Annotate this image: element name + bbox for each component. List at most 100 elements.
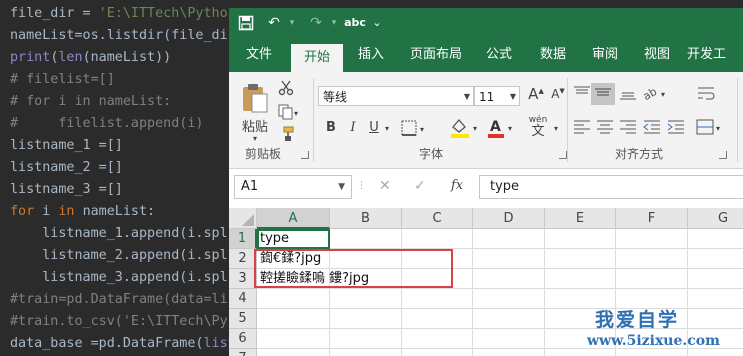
svg-text:▾: ▾ bbox=[508, 124, 512, 133]
font-name-select[interactable]: 等线 ▼ bbox=[318, 86, 474, 106]
formula-input[interactable]: type bbox=[479, 175, 743, 199]
tab-home[interactable]: 开始 bbox=[291, 44, 343, 72]
svg-text:▾: ▾ bbox=[716, 124, 720, 133]
row-header-7[interactable]: 7 bbox=[229, 349, 257, 356]
undo-dropdown-icon[interactable]: ▾ bbox=[285, 8, 299, 38]
tab-formulas[interactable]: 公式 bbox=[477, 38, 521, 72]
highlight-box bbox=[254, 249, 453, 288]
grow-font-button[interactable]: A▲ bbox=[527, 85, 545, 103]
row-header-3[interactable]: 3 bbox=[229, 269, 257, 289]
active-cell-border bbox=[257, 229, 330, 249]
column-header-g[interactable]: G bbox=[688, 208, 743, 229]
code-token: listname_2 =[] bbox=[10, 160, 123, 175]
format-painter-icon[interactable] bbox=[277, 126, 295, 144]
spelling-button[interactable]: abc bbox=[341, 8, 369, 38]
select-all-corner[interactable] bbox=[229, 208, 257, 229]
font-group-label: 字体 bbox=[419, 147, 444, 161]
code-line: # filelist.append(i) bbox=[10, 113, 203, 135]
paste-label: 粘贴 bbox=[241, 120, 268, 135]
row-header-4[interactable]: 4 bbox=[229, 289, 257, 309]
align-middle-icon[interactable] bbox=[591, 83, 615, 105]
code-token: data_base =pd.DataFrame( bbox=[10, 336, 204, 351]
row-header-1[interactable]: 1 bbox=[229, 229, 257, 249]
row-header-5[interactable]: 5 bbox=[229, 309, 257, 329]
code-token: #train.to_csv('E:\ITTech\Py bbox=[10, 314, 228, 329]
tab-insert[interactable]: 插入 bbox=[347, 38, 395, 72]
font-color-icon[interactable]: A ▾ bbox=[485, 117, 519, 139]
ribbon-home: 粘贴 ▾ ▾ 剪贴板 等线 ▼ 11 ▼ A▲ A▼ B I U ▾ ▾ ▾ A… bbox=[229, 72, 743, 169]
cut-icon[interactable] bbox=[277, 80, 295, 98]
divider bbox=[737, 78, 738, 162]
align-bottom-icon[interactable] bbox=[617, 84, 639, 104]
column-header-b[interactable]: B bbox=[330, 208, 402, 229]
underline-button[interactable]: U bbox=[367, 120, 381, 135]
borders-icon[interactable]: ▾ bbox=[400, 118, 430, 138]
clipboard-launcher-icon[interactable] bbox=[301, 151, 309, 159]
row-header-6[interactable]: 6 bbox=[229, 329, 257, 349]
name-box[interactable]: A1 ▼ bbox=[234, 175, 352, 199]
bold-button[interactable]: B bbox=[324, 120, 338, 135]
enter-icon[interactable]: ✓ bbox=[414, 178, 426, 194]
cancel-icon[interactable]: ✕ bbox=[379, 178, 391, 194]
column-header-a[interactable]: A bbox=[257, 208, 330, 229]
phonetic-char: 文 bbox=[531, 124, 545, 139]
tab-review[interactable]: 审阅 bbox=[583, 38, 627, 72]
code-token: # filelist.append(i) bbox=[10, 116, 204, 131]
phonetic-dropdown-icon[interactable]: ▾ bbox=[551, 124, 561, 133]
tab-data[interactable]: 数据 bbox=[529, 38, 577, 72]
underline-dropdown-icon[interactable]: ▾ bbox=[382, 124, 392, 133]
code-token: # for i in nameList: bbox=[10, 94, 172, 109]
svg-text:▾: ▾ bbox=[420, 125, 424, 134]
tab-view[interactable]: 视图 bbox=[635, 38, 679, 72]
tab-page-layout[interactable]: 页面布局 bbox=[401, 38, 471, 72]
formula-bar: A1 ▼ ⋮ ✕ ✓ fx type bbox=[229, 169, 743, 206]
tab-developer[interactable]: 开发工 bbox=[687, 38, 743, 72]
save-icon[interactable] bbox=[235, 8, 257, 38]
tab-file[interactable]: 文件 bbox=[235, 38, 283, 72]
copy-icon[interactable]: ▾ bbox=[277, 104, 301, 122]
redo-icon[interactable]: ↷ bbox=[305, 8, 327, 38]
code-token: listname_2.append(i.spl bbox=[10, 248, 228, 263]
increase-indent-icon[interactable] bbox=[665, 118, 687, 138]
code-token: 'E:\ITTech\Pytho bbox=[98, 6, 228, 21]
code-line: listname_2.append(i.spl bbox=[10, 245, 228, 267]
undo-icon[interactable]: ↶ bbox=[263, 8, 285, 38]
merge-center-icon[interactable]: ▾ bbox=[695, 118, 725, 138]
paste-dropdown-icon[interactable]: ▾ bbox=[237, 135, 273, 143]
clipboard-group-label: 剪贴板 bbox=[245, 147, 282, 161]
paste-button[interactable]: 粘贴 ▾ bbox=[237, 82, 273, 143]
code-token: # filelist=[] bbox=[10, 72, 115, 87]
font-size-select[interactable]: 11 ▼ bbox=[474, 86, 520, 106]
align-top-icon[interactable] bbox=[571, 84, 593, 104]
insert-function-icon[interactable]: fx bbox=[451, 178, 463, 193]
code-token: listname_1.append(i.spl bbox=[10, 226, 228, 241]
watermark-title: 我爱自学 bbox=[595, 309, 680, 331]
wrap-text-icon[interactable] bbox=[695, 84, 717, 104]
customize-qat-icon[interactable]: ⌄ bbox=[369, 8, 385, 38]
column-header-e[interactable]: E bbox=[545, 208, 616, 229]
column-header-c[interactable]: C bbox=[402, 208, 473, 229]
align-right-icon[interactable] bbox=[617, 118, 639, 138]
shrink-font-button[interactable]: A▼ bbox=[549, 87, 567, 101]
row-header-2[interactable]: 2 bbox=[229, 249, 257, 269]
align-left-icon[interactable] bbox=[571, 118, 593, 138]
code-line: listname_3 =[] bbox=[10, 179, 123, 201]
column-header-d[interactable]: D bbox=[473, 208, 545, 229]
drag-handle-icon[interactable]: ⋮ bbox=[357, 181, 366, 191]
svg-text:▾: ▾ bbox=[473, 124, 477, 133]
font-launcher-icon[interactable] bbox=[559, 151, 567, 159]
code-line: listname_3.append(i.spl bbox=[10, 267, 227, 289]
code-line: listname_1.append(i.spl bbox=[10, 223, 228, 245]
chevron-down-icon: ▼ bbox=[338, 182, 345, 192]
column-header-f[interactable]: F bbox=[616, 208, 688, 229]
redo-dropdown-icon[interactable]: ▾ bbox=[327, 8, 341, 38]
alignment-launcher-icon[interactable] bbox=[719, 151, 727, 159]
orientation-icon[interactable]: ab ▾ bbox=[641, 84, 671, 104]
italic-button[interactable]: I bbox=[346, 120, 360, 135]
fill-color-icon[interactable]: ▾ bbox=[449, 117, 485, 139]
align-center-icon[interactable] bbox=[594, 118, 616, 138]
decrease-indent-icon[interactable] bbox=[641, 118, 663, 138]
ribbon-tabs: 文件 开始 插入 页面布局 公式 数据 审阅 视图 开发工 bbox=[229, 38, 743, 72]
phonetic-guide-button[interactable]: wén 文 bbox=[525, 114, 551, 140]
code-token: #train=pd.DataFrame(data=lis bbox=[10, 292, 236, 307]
